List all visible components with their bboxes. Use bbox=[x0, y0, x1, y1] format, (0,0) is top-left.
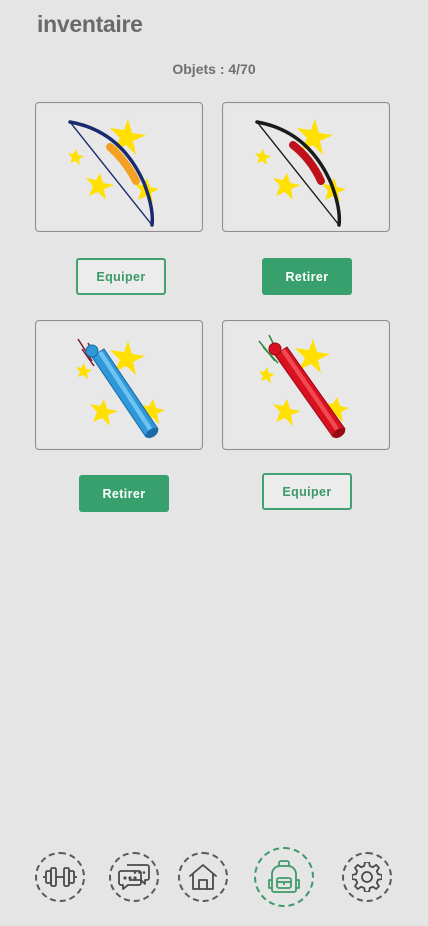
nav-home[interactable] bbox=[178, 852, 228, 902]
backpack-icon bbox=[268, 860, 300, 893]
dumbbell-icon bbox=[43, 867, 77, 887]
bow-orange-icon bbox=[68, 119, 159, 227]
page-title: inventaire bbox=[37, 11, 143, 37]
unequip-button[interactable]: Retirer bbox=[262, 258, 352, 295]
gear-icon bbox=[352, 862, 382, 892]
unequip-button[interactable]: Retirer bbox=[79, 475, 169, 512]
inventory-item-bow-orange[interactable] bbox=[35, 102, 203, 232]
home-icon bbox=[189, 864, 217, 890]
quiver-red-icon bbox=[258, 334, 349, 439]
equip-button[interactable]: Equiper bbox=[262, 473, 352, 510]
nav-inventory[interactable] bbox=[254, 847, 314, 907]
bottom-navigation bbox=[0, 846, 428, 908]
inventory-counter: Objets : 4/70 bbox=[172, 61, 256, 77]
chat-icon bbox=[118, 864, 150, 890]
bow-red-icon bbox=[255, 119, 346, 227]
nav-training[interactable] bbox=[35, 852, 85, 902]
inventory-item-quiver-red[interactable] bbox=[222, 320, 390, 450]
nav-settings[interactable] bbox=[342, 852, 392, 902]
nav-chat[interactable] bbox=[109, 852, 159, 902]
equip-button[interactable]: Equiper bbox=[76, 258, 166, 295]
inventory-item-bow-red[interactable] bbox=[222, 102, 390, 232]
quiver-blue-icon bbox=[76, 338, 165, 439]
inventory-item-quiver-blue[interactable] bbox=[35, 320, 203, 450]
